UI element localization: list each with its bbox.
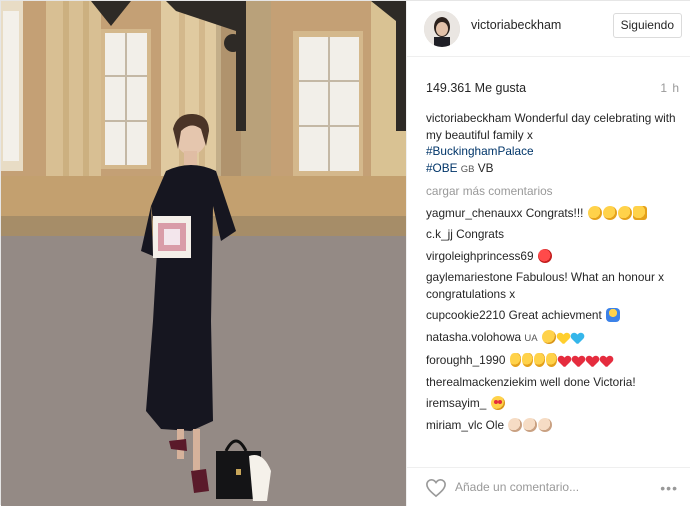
comment: iremsayim_ bbox=[426, 395, 682, 412]
comment-username[interactable]: foroughh_1990 bbox=[426, 353, 505, 367]
apple-icon bbox=[537, 248, 552, 263]
post-time[interactable]: 1 h bbox=[660, 81, 680, 95]
comment-footer: ••• bbox=[407, 467, 690, 506]
yellow-heart-icon bbox=[557, 332, 570, 344]
add-comment-input[interactable] bbox=[455, 476, 640, 498]
following-button[interactable]: Siguiendo bbox=[612, 13, 682, 38]
comment: natasha.volohowa UA bbox=[426, 329, 682, 348]
comment: gaylemariestone Fabulous! What an honour… bbox=[426, 269, 682, 302]
ok-hand-icon bbox=[545, 353, 557, 367]
comment-username[interactable]: cupcookie2210 bbox=[426, 308, 505, 322]
ok-hand-icon bbox=[509, 353, 521, 367]
photo-scene bbox=[1, 1, 406, 506]
comment-text: UA bbox=[524, 332, 538, 344]
red-heart-icon bbox=[600, 355, 613, 367]
red-heart-icon bbox=[586, 355, 599, 367]
comment-username[interactable]: yagmur_chenauxx bbox=[426, 206, 522, 220]
comment-username[interactable]: miriam_vlc bbox=[426, 418, 482, 432]
comment-username[interactable]: natasha.volohowa bbox=[426, 330, 521, 344]
post-photo[interactable] bbox=[1, 1, 406, 506]
instagram-post: victoriabeckham Siguiendo 149.361 Me gus… bbox=[0, 0, 690, 506]
comment-username[interactable]: c.k_jj bbox=[426, 227, 453, 241]
author-username[interactable]: victoriabeckham bbox=[471, 18, 561, 32]
face-icon bbox=[541, 329, 556, 344]
more-options-icon[interactable]: ••• bbox=[660, 480, 678, 496]
author-avatar[interactable] bbox=[424, 11, 460, 47]
comment-text: Congrats!!! bbox=[525, 205, 584, 220]
comment: therealmackenziekim well done Victoria! bbox=[426, 374, 682, 391]
clapping-hands-icon bbox=[617, 205, 632, 220]
comment: foroughh_1990 bbox=[426, 352, 682, 369]
comment-username[interactable]: virgoleighprincess69 bbox=[426, 249, 534, 263]
ok-hand-icon bbox=[521, 353, 533, 367]
likes-row: 149.361 Me gusta 1 h bbox=[407, 77, 690, 97]
post-header: victoriabeckham Siguiendo bbox=[407, 1, 690, 57]
comment: c.k_jj Congrats bbox=[426, 226, 682, 243]
red-heart-icon bbox=[572, 355, 585, 367]
comment-username[interactable]: gaylemariestone bbox=[426, 270, 513, 284]
heart-eyes-face-icon bbox=[490, 396, 505, 410]
comment: virgoleighprincess69 bbox=[426, 248, 682, 265]
thumbs-up-icon bbox=[632, 205, 647, 220]
hashtag-obe[interactable]: #OBE bbox=[426, 161, 457, 175]
flag-gb: GB bbox=[460, 163, 475, 175]
clapping-hands-icon bbox=[538, 417, 553, 432]
clapping-hands-icon bbox=[587, 205, 602, 220]
hashtag-buckingham[interactable]: #BuckinghamPalace bbox=[426, 144, 534, 158]
comment: yagmur_chenauxx Congrats!!! bbox=[426, 205, 682, 222]
caption-username[interactable]: victoriabeckham bbox=[426, 111, 511, 125]
caption: victoriabeckham Wonderful day celebratin… bbox=[426, 110, 682, 178]
red-heart-icon bbox=[558, 355, 571, 367]
comment: miriam_vlc Ole bbox=[426, 417, 682, 434]
load-more-comments[interactable]: cargar más comentarios bbox=[426, 183, 682, 200]
ok-hand-icon bbox=[533, 353, 545, 367]
post-side-panel: victoriabeckham Siguiendo 149.361 Me gus… bbox=[406, 1, 690, 506]
comment-username[interactable]: iremsayim_ bbox=[426, 396, 486, 410]
caption-signature: VB bbox=[477, 160, 494, 175]
likes-count[interactable]: 149.361 Me gusta bbox=[426, 81, 526, 95]
heart-outline-icon[interactable] bbox=[425, 478, 447, 498]
person-raising-hand-icon bbox=[606, 308, 621, 322]
comments-list[interactable]: victoriabeckham Wonderful day celebratin… bbox=[426, 110, 682, 460]
comment-text: Great achievment bbox=[508, 308, 602, 322]
blue-heart-icon bbox=[571, 332, 584, 344]
comment: cupcookie2210 Great achievment bbox=[426, 307, 682, 324]
clapping-hands-icon bbox=[523, 417, 538, 432]
clapping-hands-icon bbox=[602, 205, 617, 220]
comment-text: Ole bbox=[485, 417, 505, 432]
avatar-image bbox=[424, 11, 460, 47]
comment-text: Congrats bbox=[456, 227, 505, 241]
comment-text: well done Victoria! bbox=[540, 374, 636, 389]
comment-username[interactable]: therealmackenziekim bbox=[426, 375, 537, 389]
clapping-hands-icon bbox=[508, 417, 523, 432]
